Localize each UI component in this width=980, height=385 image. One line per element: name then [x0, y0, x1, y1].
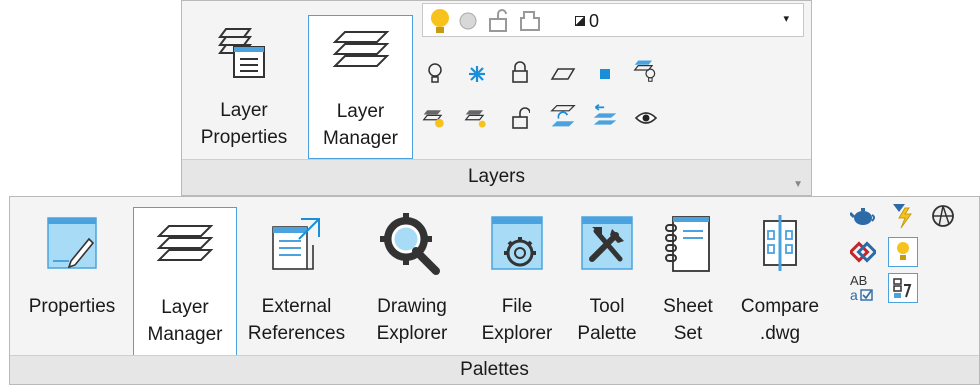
layer-properties-button[interactable]: Layer Properties [185, 15, 303, 159]
properties-icon [13, 213, 131, 273]
layer-manager-button-palettes[interactable]: Layer Manager [133, 207, 237, 357]
drawing-explorer-label-1: Drawing [377, 296, 447, 317]
external-references-label-2: References [247, 323, 346, 344]
parallelogram-icon[interactable] [550, 61, 576, 87]
external-references-button[interactable]: External References [239, 207, 354, 357]
bulb-off-icon[interactable] [422, 61, 448, 87]
layer-properties-label-1: Layer [220, 100, 268, 121]
layer-manager-button-top[interactable]: Layer Manager [308, 15, 413, 159]
plot-icon [520, 11, 540, 31]
palettes-panel-footer: Palettes [10, 355, 979, 384]
layer-manager-palette-label-1: Layer [161, 297, 209, 318]
freeze-icon[interactable] [464, 61, 490, 87]
lightning-icon[interactable] [888, 201, 918, 231]
ab-spell-icon[interactable]: AB a [848, 273, 878, 303]
layer-bulb-icon[interactable] [633, 57, 659, 83]
file-explorer-button[interactable]: File Explorer [468, 207, 566, 357]
attribute-icon[interactable] [888, 273, 918, 303]
sheet-set-icon [650, 213, 726, 275]
layer-manager-label-1: Layer [336, 101, 385, 122]
layer-refresh-icon[interactable] [550, 103, 576, 129]
sun-icon [459, 12, 477, 30]
drawing-explorer-icon [359, 213, 465, 277]
tool-palette-icon [566, 213, 648, 273]
external-references-label-1: External [261, 296, 332, 317]
tool-palette-label-1: Tool [589, 296, 625, 317]
color-swatch [575, 16, 585, 26]
unlock-icon[interactable] [507, 105, 533, 131]
layer-manager-label-2: Manager [323, 128, 398, 149]
tool-palette-button[interactable]: Tool Palette [566, 207, 648, 357]
properties-button[interactable]: Properties [13, 207, 131, 357]
layer-manager-palette-label-2: Manager [147, 324, 223, 345]
properties-label-1: Properties [28, 296, 116, 317]
sphere-icon[interactable] [928, 201, 958, 231]
palettes-panel-title: Palettes [460, 359, 529, 380]
layer-properties-label-2: Properties [200, 127, 288, 148]
sheet-set-label-1: Sheet [663, 296, 713, 317]
layers-panel-title: Layers [467, 166, 526, 187]
layer-manager-icon [309, 26, 412, 76]
layer-properties-icon [185, 21, 303, 81]
sheet-set-button[interactable]: Sheet Set [650, 207, 726, 357]
blue-square-icon[interactable] [592, 61, 618, 87]
layer-dropdown[interactable]: 0 ▾ [422, 3, 804, 37]
svg-text:a: a [850, 287, 858, 303]
compare-dwg-label-2: .dwg [759, 323, 801, 344]
sheet-set-label-2: Set [673, 323, 703, 344]
file-explorer-label-2: Explorer [481, 323, 553, 344]
drawing-explorer-label-2: Explorer [376, 323, 448, 344]
eye-icon[interactable] [633, 105, 659, 131]
layer-on-icon[interactable] [422, 105, 448, 131]
compare-dwg-label-1: Compare [740, 296, 820, 317]
palettes-panel: Properties Layer Manager External Refere… [9, 196, 980, 385]
teapot-icon[interactable] [848, 201, 878, 231]
lock-open-icon [489, 9, 507, 32]
chevron-down-icon: ▾ [783, 13, 789, 25]
layers-panel: Layer Properties Layer Manager 0 ▾ Layer… [181, 0, 812, 196]
file-explorer-icon [468, 213, 566, 273]
svg-text:AB: AB [850, 273, 867, 288]
layer-manager-icon [134, 220, 236, 270]
light-bulb-icon[interactable] [888, 237, 918, 267]
drawing-explorer-button[interactable]: Drawing Explorer [359, 207, 465, 357]
lock-icon[interactable] [507, 59, 533, 85]
compare-dwg-icon [728, 213, 832, 273]
layers-panel-footer: Layers ▼ [182, 159, 811, 195]
link-icon[interactable] [848, 237, 878, 267]
current-layer-name: 0 [589, 11, 600, 31]
file-explorer-label-1: File [501, 296, 533, 317]
external-references-icon [239, 215, 354, 275]
tool-palette-label-2: Palette [577, 323, 637, 344]
layer-previous-icon[interactable] [592, 103, 618, 129]
compare-dwg-button[interactable]: Compare .dwg [728, 207, 832, 357]
layer-thaw-icon[interactable] [464, 105, 490, 131]
light-bulb-on-icon [431, 9, 449, 33]
